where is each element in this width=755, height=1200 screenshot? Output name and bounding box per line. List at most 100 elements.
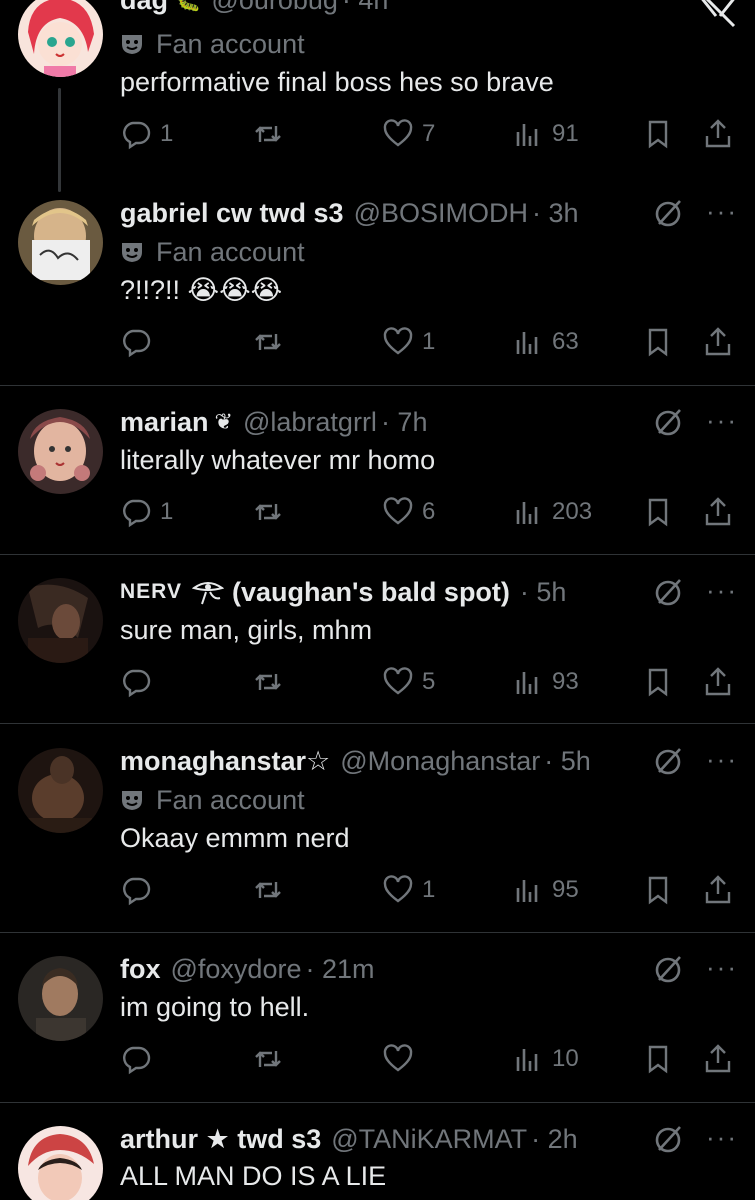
share-icon bbox=[705, 875, 731, 904]
views-button[interactable]: 93 bbox=[512, 662, 579, 702]
reply-button[interactable]: 1 bbox=[120, 492, 173, 532]
grok-button[interactable] bbox=[652, 402, 686, 442]
bookmark-icon bbox=[648, 1045, 668, 1074]
repost-button[interactable] bbox=[252, 1039, 284, 1079]
more-icon: ··· bbox=[706, 195, 738, 226]
repost-button[interactable] bbox=[252, 870, 284, 910]
bookmark-button[interactable] bbox=[642, 870, 674, 910]
more-options-button[interactable]: ··· bbox=[706, 570, 738, 610]
reply-button[interactable] bbox=[120, 870, 160, 910]
reply-button[interactable] bbox=[120, 1039, 160, 1079]
fan-account-text: Fan account bbox=[156, 236, 305, 267]
post-time[interactable]: · 5h bbox=[544, 746, 591, 777]
like-count: 6 bbox=[422, 498, 436, 525]
share-button[interactable] bbox=[702, 1039, 734, 1079]
grok-button[interactable] bbox=[652, 741, 686, 781]
repost-icon bbox=[255, 334, 281, 350]
views-button[interactable]: 203 bbox=[512, 492, 592, 532]
grok-icon bbox=[655, 579, 681, 606]
share-icon bbox=[705, 667, 731, 696]
views-button[interactable]: 95 bbox=[512, 870, 579, 910]
like-button[interactable] bbox=[382, 1039, 422, 1079]
more-icon: ··· bbox=[706, 1121, 738, 1152]
reply-button[interactable] bbox=[120, 662, 160, 702]
repost-button[interactable] bbox=[252, 662, 284, 702]
author-name[interactable]: (vaughan's bald spot) bbox=[232, 577, 510, 608]
like-button[interactable]: 1 bbox=[382, 870, 435, 910]
post-time[interactable]: · 2h bbox=[531, 1124, 578, 1155]
avatar[interactable] bbox=[18, 956, 103, 1041]
avatar[interactable] bbox=[18, 1126, 103, 1200]
avatar[interactable] bbox=[18, 578, 103, 663]
repost-button[interactable] bbox=[252, 492, 284, 532]
share-button[interactable] bbox=[702, 322, 734, 362]
author-name[interactable]: arthur ★ twd s3 bbox=[120, 1124, 321, 1155]
author-name[interactable]: monaghanstar☆ bbox=[120, 746, 330, 777]
views-button[interactable]: 91 bbox=[512, 114, 579, 154]
like-button[interactable]: 1 bbox=[382, 322, 435, 362]
repost-button[interactable] bbox=[252, 114, 284, 154]
more-icon: ··· bbox=[706, 743, 738, 774]
views-button[interactable]: 63 bbox=[512, 322, 579, 362]
avatar[interactable] bbox=[18, 0, 103, 77]
like-button[interactable]: 6 bbox=[382, 492, 435, 532]
bookmark-button[interactable] bbox=[642, 1039, 674, 1079]
more-options-button[interactable]: ··· bbox=[706, 947, 738, 987]
reply-icon bbox=[123, 669, 151, 698]
post-time[interactable]: · 4h bbox=[342, 0, 389, 16]
post-text: ?!!?!! 😭😭😭 bbox=[120, 274, 283, 305]
grok-button[interactable] bbox=[652, 193, 686, 233]
author-name[interactable]: dag bbox=[120, 0, 168, 16]
author-handle[interactable]: @TANiKARMAT bbox=[331, 1124, 527, 1155]
author-handle[interactable]: @foxydore bbox=[171, 954, 302, 985]
reply-icon bbox=[123, 329, 151, 358]
share-icon bbox=[705, 119, 731, 148]
author-name[interactable]: gabriel cw twd s3 bbox=[120, 198, 344, 229]
like-button[interactable]: 7 bbox=[382, 114, 435, 154]
post-time[interactable]: · 3h bbox=[532, 198, 579, 229]
like-button[interactable]: 5 bbox=[382, 662, 435, 702]
bookmark-button[interactable] bbox=[642, 662, 674, 702]
author-handle[interactable]: @labratgrrl bbox=[243, 407, 377, 438]
author-name[interactable]: marian bbox=[120, 407, 209, 438]
share-button[interactable] bbox=[702, 492, 734, 532]
action-bar: 1 6 203 bbox=[0, 492, 755, 532]
author-name[interactable]: fox bbox=[120, 954, 161, 985]
post-time[interactable]: · 7h bbox=[381, 407, 428, 438]
share-button[interactable] bbox=[702, 114, 734, 154]
author-handle[interactable]: @ourobug bbox=[211, 0, 338, 16]
grok-button[interactable] bbox=[652, 949, 686, 989]
repost-icon bbox=[255, 504, 281, 520]
name-emoji: ❦ bbox=[214, 409, 233, 434]
avatar[interactable] bbox=[18, 748, 103, 833]
more-options-button[interactable]: ··· bbox=[706, 191, 738, 231]
repost-button[interactable] bbox=[252, 322, 284, 362]
views-button[interactable]: 10 bbox=[512, 1039, 579, 1079]
reply-icon bbox=[123, 1046, 151, 1075]
grok-button[interactable] bbox=[652, 572, 686, 612]
bookmark-button[interactable] bbox=[642, 114, 674, 154]
reply-icon bbox=[123, 877, 151, 906]
view-count: 10 bbox=[552, 1045, 579, 1072]
author-handle[interactable]: @Monaghanstar bbox=[340, 746, 540, 777]
reply-button[interactable] bbox=[120, 322, 160, 362]
more-options-button[interactable]: ··· bbox=[706, 400, 738, 440]
share-button[interactable] bbox=[702, 870, 734, 910]
bookmark-button[interactable] bbox=[642, 492, 674, 532]
post-time[interactable]: · 21m bbox=[305, 954, 374, 985]
share-button[interactable] bbox=[702, 662, 734, 702]
grok-icon bbox=[655, 1126, 681, 1153]
close-icon[interactable] bbox=[696, 0, 740, 28]
name-emoji: 🐛 bbox=[174, 0, 201, 13]
more-options-button[interactable]: ··· bbox=[706, 739, 738, 779]
avatar[interactable] bbox=[18, 409, 103, 494]
bookmark-icon bbox=[648, 876, 668, 905]
avatar[interactable] bbox=[18, 200, 103, 285]
bookmark-button[interactable] bbox=[642, 322, 674, 362]
grok-button[interactable] bbox=[652, 1119, 686, 1159]
author-handle[interactable]: @BOSIMODH bbox=[354, 198, 528, 229]
post-time[interactable]: · 5h bbox=[520, 577, 567, 608]
reply-button[interactable]: 1 bbox=[120, 114, 173, 154]
share-icon bbox=[705, 497, 731, 526]
more-options-button[interactable]: ··· bbox=[706, 1117, 738, 1157]
